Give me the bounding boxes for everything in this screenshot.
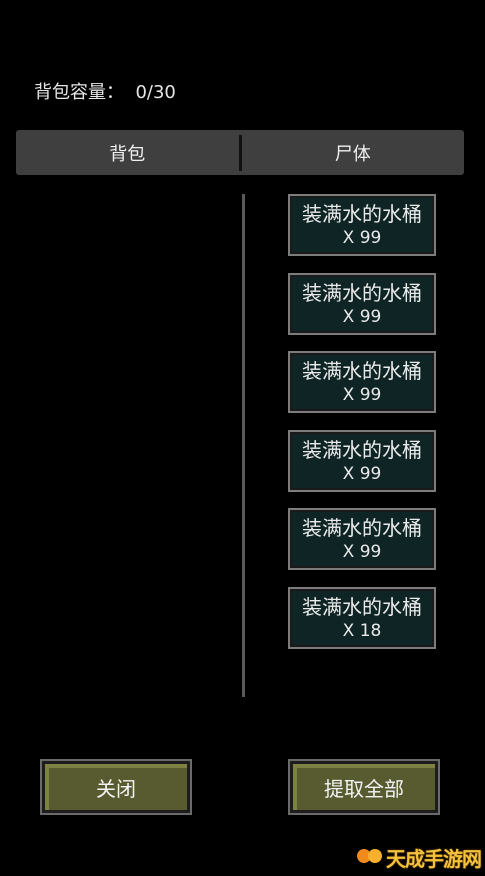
item-count: X 99 (342, 307, 382, 327)
item-name: 装满水的水桶 (302, 359, 422, 383)
corpse-item[interactable]: 装满水的水桶 X 18 (288, 587, 436, 649)
corpse-item[interactable]: 装满水的水桶 X 99 (288, 508, 436, 570)
corpse-item[interactable]: 装满水的水桶 X 99 (288, 194, 436, 256)
item-count: X 99 (342, 228, 382, 248)
item-count: X 99 (342, 464, 382, 484)
item-name: 装满水的水桶 (302, 438, 422, 462)
corpse-item[interactable]: 装满水的水桶 X 99 (288, 273, 436, 335)
item-count: X 99 (342, 542, 382, 562)
corpse-item[interactable]: 装满水的水桶 X 99 (288, 351, 436, 413)
item-name: 装满水的水桶 (302, 281, 422, 305)
site-watermark: 天成手游网 (357, 843, 482, 872)
take-all-button[interactable]: 提取全部 (288, 759, 440, 815)
watermark-logo-icon (357, 847, 383, 869)
item-name: 装满水的水桶 (302, 516, 422, 540)
tab-backpack[interactable]: 背包 (16, 130, 239, 175)
item-name: 装满水的水桶 (302, 202, 422, 226)
tab-bar: 背包 尸体 (16, 130, 464, 175)
item-count: X 18 (342, 621, 382, 641)
watermark-text: 天成手游网 (386, 847, 482, 871)
tab-corpse[interactable]: 尸体 (242, 130, 465, 175)
panel-divider (242, 194, 245, 697)
item-count: X 99 (342, 385, 382, 405)
item-name: 装满水的水桶 (302, 595, 422, 619)
backpack-capacity: 背包容量： 0/30 (34, 82, 176, 103)
close-button[interactable]: 关闭 (40, 759, 192, 815)
corpse-item[interactable]: 装满水的水桶 X 99 (288, 430, 436, 492)
